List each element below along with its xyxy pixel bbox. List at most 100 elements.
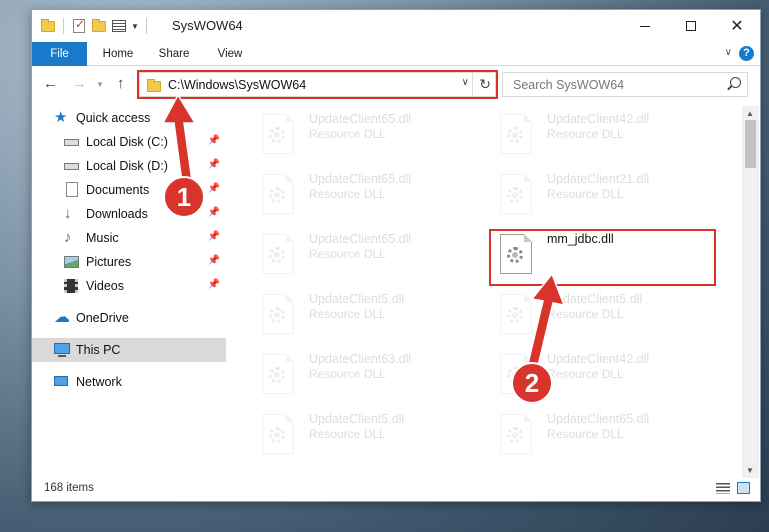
large-icons-view-icon[interactable] — [737, 482, 750, 494]
search-icon[interactable] — [730, 77, 741, 88]
sidebar-item-label: OneDrive — [76, 311, 129, 325]
sidebar-item-label: This PC — [76, 343, 121, 357]
pin-icon[interactable]: 📌 — [208, 255, 220, 266]
status-bar: 168 items — [32, 477, 760, 501]
file-item[interactable]: UpdateClient5.dll Resource DLL — [490, 290, 720, 348]
pin-icon[interactable]: 📌 — [208, 279, 220, 290]
file-type: Resource DLL — [309, 367, 386, 381]
scroll-up-icon[interactable]: ▲ — [746, 109, 754, 118]
document-icon — [64, 182, 80, 198]
file-name: UpdateClient65.dll — [309, 172, 412, 186]
drive-icon — [64, 158, 80, 174]
pictures-icon — [64, 254, 80, 270]
drive-icon — [64, 134, 80, 150]
pin-icon[interactable]: 📌 — [208, 183, 220, 194]
up-arrow-icon[interactable]: ↑ — [117, 75, 125, 92]
file-name: UpdateClient5.dll — [309, 292, 405, 306]
file-type: Resource DLL — [309, 247, 386, 261]
dll-file-icon — [500, 294, 532, 334]
close-button[interactable]: ✕ — [714, 10, 760, 42]
file-list: UpdateClient65.dll Resource DLL UpdateCl… — [237, 106, 737, 476]
file-type: Resource DLL — [309, 187, 386, 201]
sidebar-item-network[interactable]: Network — [32, 370, 226, 394]
sidebar-item-local-disk-c[interactable]: Local Disk (C:) 📌 — [32, 130, 226, 154]
dll-file-icon — [262, 294, 294, 334]
sidebar-item-local-disk-d[interactable]: Local Disk (D:) 📌 — [32, 154, 226, 178]
tab-share[interactable]: Share — [152, 42, 196, 66]
pin-icon[interactable]: 📌 — [208, 159, 220, 170]
qat-customize-chevron-icon[interactable]: ▼ — [131, 22, 139, 31]
file-type: Resource DLL — [309, 307, 386, 321]
dll-file-icon — [262, 174, 294, 214]
search-placeholder: Search SysWOW64 — [513, 78, 625, 92]
scroll-down-icon[interactable]: ▼ — [746, 466, 754, 475]
address-bar-highlight — [137, 70, 498, 99]
recent-locations-chevron-icon[interactable]: ▼ — [96, 80, 104, 89]
file-item[interactable]: UpdateClient21.dll Resource DLL — [490, 170, 720, 228]
sidebar-item-label: Local Disk (D:) — [86, 159, 168, 173]
file-name: UpdateClient65.dll — [309, 112, 412, 126]
expand-ribbon-chevron-icon[interactable]: ∨ — [725, 47, 732, 58]
file-item[interactable]: UpdateClient65.dll Resource DLL — [490, 410, 720, 468]
star-icon: ★ — [54, 109, 68, 126]
properties-icon[interactable] — [111, 18, 127, 34]
sidebar-item-label: Music — [86, 231, 119, 245]
dll-file-icon — [262, 354, 294, 394]
sidebar-item-quick-access[interactable]: ★ Quick access — [32, 106, 226, 130]
vertical-scrollbar[interactable]: ▲ ▼ — [742, 106, 759, 478]
file-type: Resource DLL — [547, 127, 624, 141]
tab-home[interactable]: Home — [96, 42, 140, 66]
minimize-button[interactable] — [622, 10, 668, 42]
details-view-icon[interactable] — [716, 483, 730, 494]
sidebar-item-this-pc[interactable]: This PC — [32, 338, 226, 362]
sidebar-item-label: Local Disk (C:) — [86, 135, 168, 149]
sidebar-item-onedrive[interactable]: ☁ OneDrive — [32, 306, 226, 330]
forward-arrow-icon[interactable]: → — [72, 75, 87, 92]
file-item[interactable]: UpdateClient42.dll Resource DLL — [490, 110, 720, 168]
file-item[interactable]: UpdateClient5.dll Resource DLL — [252, 290, 482, 348]
file-name: UpdateClient42.dll — [547, 352, 650, 366]
file-item[interactable]: UpdateClient65.dll Resource DLL — [252, 110, 482, 168]
sidebar-item-documents[interactable]: Documents 📌 — [32, 178, 226, 202]
dll-file-icon — [262, 234, 294, 274]
pin-icon[interactable]: 📌 — [208, 207, 220, 218]
properties-check-icon[interactable] — [71, 17, 87, 34]
back-arrow-icon[interactable]: ← — [43, 75, 58, 92]
dll-file-icon — [500, 414, 532, 454]
quick-access-toolbar: ▼ — [40, 17, 150, 34]
scroll-thumb[interactable] — [745, 120, 756, 168]
file-type: Resource DLL — [547, 187, 624, 201]
new-folder-icon[interactable] — [91, 18, 107, 34]
help-icon[interactable]: ? — [739, 46, 754, 61]
tab-file[interactable]: File — [32, 42, 87, 66]
file-name: UpdateClient65.dll — [309, 232, 412, 246]
file-name: UpdateClient63.dll — [309, 352, 412, 366]
file-item[interactable]: UpdateClient65.dll Resource DLL — [252, 170, 482, 228]
sidebar-item-label: Quick access — [76, 111, 151, 125]
maximize-button[interactable] — [668, 10, 714, 42]
file-name: UpdateClient65.dll — [547, 412, 650, 426]
dll-file-icon — [500, 354, 532, 394]
file-item[interactable]: UpdateClient65.dll Resource DLL — [252, 230, 482, 288]
sidebar-item-downloads[interactable]: ↓ Downloads 📌 — [32, 202, 226, 226]
file-item[interactable]: UpdateClient42.dll Resource DLL — [490, 350, 720, 408]
pin-icon[interactable]: 📌 — [208, 231, 220, 242]
tab-view[interactable]: View — [208, 42, 252, 66]
cloud-icon: ☁ — [54, 309, 70, 326]
file-name: UpdateClient21.dll — [547, 172, 650, 186]
sidebar-item-videos[interactable]: Videos 📌 — [32, 274, 226, 298]
search-input[interactable]: Search SysWOW64 — [502, 72, 748, 97]
sidebar-item-label: Pictures — [86, 255, 132, 269]
file-highlight — [489, 229, 716, 286]
pin-icon[interactable]: 📌 — [208, 135, 220, 146]
dll-file-icon — [500, 114, 532, 154]
window-title: SysWOW64 — [172, 18, 243, 33]
sidebar-item-label: Videos — [86, 279, 124, 293]
file-item[interactable]: UpdateClient63.dll Resource DLL — [252, 350, 482, 408]
sidebar-item-pictures[interactable]: Pictures 📌 — [32, 250, 226, 274]
dll-file-icon — [262, 414, 294, 454]
sidebar-item-label: Downloads — [86, 207, 148, 221]
toolbar-divider — [145, 18, 147, 34]
sidebar-item-music[interactable]: ♪ Music 📌 — [32, 226, 226, 250]
file-item[interactable]: UpdateClient5.dll Resource DLL — [252, 410, 482, 468]
